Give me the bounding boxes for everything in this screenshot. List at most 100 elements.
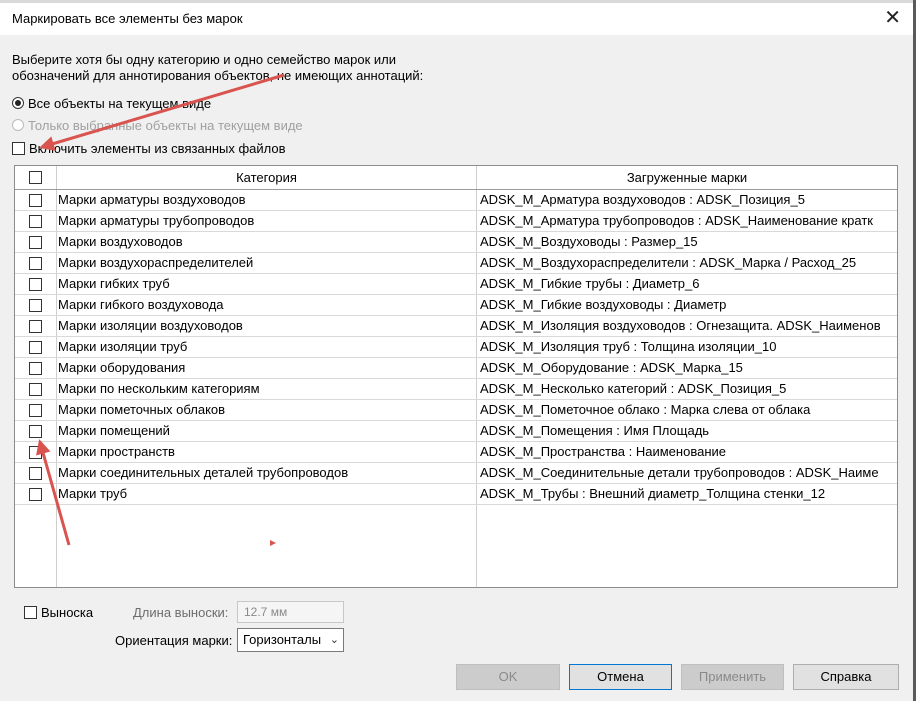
row-category: Марки изоляции труб (58, 339, 188, 354)
checkbox-select-all[interactable] (29, 171, 42, 184)
header-category[interactable]: Категория (57, 166, 477, 189)
row-checkbox-cell (15, 316, 56, 336)
row-checkbox-cell (15, 400, 56, 420)
tag-all-dialog: Маркировать все элементы без марок ✕ Выб… (0, 0, 913, 701)
row-loaded-tag[interactable]: ADSK_M_Арматура трубопроводов : ADSK_Наи… (480, 211, 897, 231)
table-row[interactable]: Марки помещений ADSK_M_Помещения : Имя Пл… (15, 421, 897, 442)
row-checkbox[interactable] (29, 445, 42, 459)
row-checkbox-cell (15, 190, 56, 210)
close-icon[interactable]: ✕ (884, 6, 901, 30)
row-loaded-tag[interactable]: ADSK_M_Гибкие воздуховоды : Диаметр (480, 295, 897, 315)
row-loaded-tag[interactable]: ADSK_M_Соединительные детали трубопровод… (480, 463, 897, 483)
option-include-linked-label: Включить элементы из связанных файлов (29, 140, 286, 156)
row-checkbox[interactable] (29, 193, 42, 207)
row-checkbox-cell (15, 232, 56, 252)
row-loaded-tag[interactable]: ADSK_M_Оборудование : ADSK_Марка_15 (480, 358, 897, 378)
table-row[interactable]: Марки соединительных деталей трубопровод… (15, 463, 897, 484)
chevron-down-icon: ⌄ (329, 634, 339, 646)
row-category: Марки помещений (58, 423, 170, 438)
option-all-in-view-label: Все объекты на текущем виде (28, 95, 212, 111)
table-row[interactable]: Марки изоляции труб ADSK_M_Изоляция труб … (15, 337, 897, 358)
row-checkbox-cell (15, 442, 56, 462)
row-category: Марки воздуховодов (58, 234, 183, 249)
orientation-label: Ориентация марки: (115, 633, 233, 648)
row-loaded-tag[interactable]: ADSK_M_Изоляция труб : Толщина изоляции_… (480, 337, 897, 357)
table-row[interactable]: Марки арматуры трубопроводов ADSK_M_Армат… (15, 211, 897, 232)
row-checkbox-cell (15, 211, 56, 231)
row-checkbox-cell (15, 274, 56, 294)
row-loaded-tag[interactable]: ADSK_M_Воздуховоды : Размер_15 (480, 232, 897, 252)
table-row[interactable]: Марки воздуховодов ADSK_M_Воздуховоды : Р… (15, 232, 897, 253)
cancel-button[interactable]: Отмена (569, 664, 672, 690)
orientation-value: Горизонталы (243, 632, 322, 647)
leader-label: Выноска (41, 604, 94, 620)
row-checkbox[interactable] (29, 361, 42, 375)
row-checkbox-cell (15, 379, 56, 399)
row-checkbox[interactable] (29, 487, 42, 501)
row-checkbox[interactable] (29, 214, 42, 228)
row-loaded-tag[interactable]: ADSK_M_Трубы : Внешний диаметр_Толщина с… (480, 484, 897, 504)
row-category: Марки пометочных облаков (58, 402, 226, 417)
table-row[interactable]: Марки оборудования ADSK_M_Оборудование : … (15, 358, 897, 379)
row-category: Марки гибких труб (58, 276, 170, 291)
checkbox-leader[interactable] (24, 605, 37, 619)
apply-button[interactable]: Применить (681, 664, 784, 690)
table-row[interactable]: Марки воздухораспределителей ADSK_M_Возду… (15, 253, 897, 274)
option-only-selected: Только выбранные объекты на текущем виде (12, 116, 303, 134)
row-checkbox[interactable] (29, 466, 42, 480)
row-category: Марки соединительных деталей трубопровод… (58, 465, 349, 480)
row-category: Марки пространств (58, 444, 175, 459)
table-row[interactable]: Марки арматуры воздуховодов ADSK_M_Армату… (15, 190, 897, 211)
row-loaded-tag[interactable]: ADSK_M_Пространства : Наименование (480, 442, 897, 462)
row-loaded-tag[interactable]: ADSK_M_Несколько категорий : ADSK_Позици… (480, 379, 897, 399)
row-checkbox[interactable] (29, 235, 42, 249)
table-row[interactable]: Марки труб ADSK_M_Трубы : Внешний диаметр… (15, 484, 897, 505)
leader-option[interactable]: Выноска (24, 603, 93, 621)
option-all-in-view[interactable]: Все объекты на текущем виде (12, 94, 211, 112)
row-loaded-tag[interactable]: ADSK_M_Воздухораспределители : ADSK_Марк… (480, 253, 897, 273)
row-checkbox[interactable] (29, 298, 42, 312)
row-checkbox[interactable] (29, 382, 42, 396)
row-checkbox[interactable] (29, 277, 42, 291)
row-checkbox-cell (15, 337, 56, 357)
option-include-linked[interactable]: Включить элементы из связанных файлов (12, 139, 286, 157)
row-category: Марки по нескольким категориям (58, 381, 260, 396)
table-row[interactable]: Марки гибких труб ADSK_M_Гибкие трубы : Д… (15, 274, 897, 295)
leader-length-label: Длина выноски: (133, 605, 229, 620)
row-checkbox[interactable] (29, 403, 42, 417)
radio-only-selected (12, 119, 24, 131)
row-category: Марки изоляции воздуховодов (58, 318, 243, 333)
row-loaded-tag[interactable]: ADSK_M_Гибкие трубы : Диаметр_6 (480, 274, 897, 294)
row-loaded-tag[interactable]: ADSK_M_Арматура воздуховодов : ADSK_Пози… (480, 190, 897, 210)
category-table: Категория Загруженные марки Марки армату… (14, 165, 898, 588)
row-checkbox-cell (15, 253, 56, 273)
row-category: Марки арматуры воздуховодов (58, 192, 246, 207)
row-loaded-tag[interactable]: ADSK_M_Изоляция воздуховодов : Огнезащит… (480, 316, 897, 336)
radio-all-in-view[interactable] (12, 97, 24, 109)
instruction-text: Выберите хотя бы одну категорию и одно с… (12, 52, 424, 83)
title-bar: Маркировать все элементы без марок ✕ (0, 3, 913, 35)
row-category: Марки арматуры трубопроводов (58, 213, 255, 228)
header-select-all (15, 166, 57, 189)
table-row[interactable]: Марки пометочных облаков ADSK_M_Пометочно… (15, 400, 897, 421)
row-category: Марки гибкого воздуховода (58, 297, 224, 312)
ok-button[interactable]: OK (456, 664, 560, 690)
row-category: Марки труб (58, 486, 128, 501)
row-checkbox[interactable] (29, 319, 42, 333)
table-row[interactable]: Марки гибкого воздуховода ADSK_M_Гибкие в… (15, 295, 897, 316)
option-only-selected-label: Только выбранные объекты на текущем виде (28, 117, 303, 133)
row-loaded-tag[interactable]: ADSK_M_Пометочное облако : Марка слева о… (480, 400, 897, 420)
help-button[interactable]: Справка (793, 664, 899, 690)
table-row[interactable]: Марки по нескольким категориям ADSK_M_Нес… (15, 379, 897, 400)
row-loaded-tag[interactable]: ADSK_M_Помещения : Имя Площадь (480, 421, 897, 441)
row-checkbox[interactable] (29, 340, 42, 354)
table-row[interactable]: Марки изоляции воздуховодов ADSK_M_Изоляц… (15, 316, 897, 337)
checkbox-include-linked[interactable] (12, 141, 25, 155)
table-header: Категория Загруженные марки (15, 166, 897, 190)
orientation-select[interactable]: Горизонталы ⌄ (237, 628, 344, 652)
table-row[interactable]: Марки пространств ADSK_M_Пространства : Н… (15, 442, 897, 463)
row-checkbox[interactable] (29, 256, 42, 270)
row-checkbox[interactable] (29, 424, 42, 438)
header-loaded-tags[interactable]: Загруженные марки (477, 166, 897, 189)
row-checkbox-cell (15, 421, 56, 441)
